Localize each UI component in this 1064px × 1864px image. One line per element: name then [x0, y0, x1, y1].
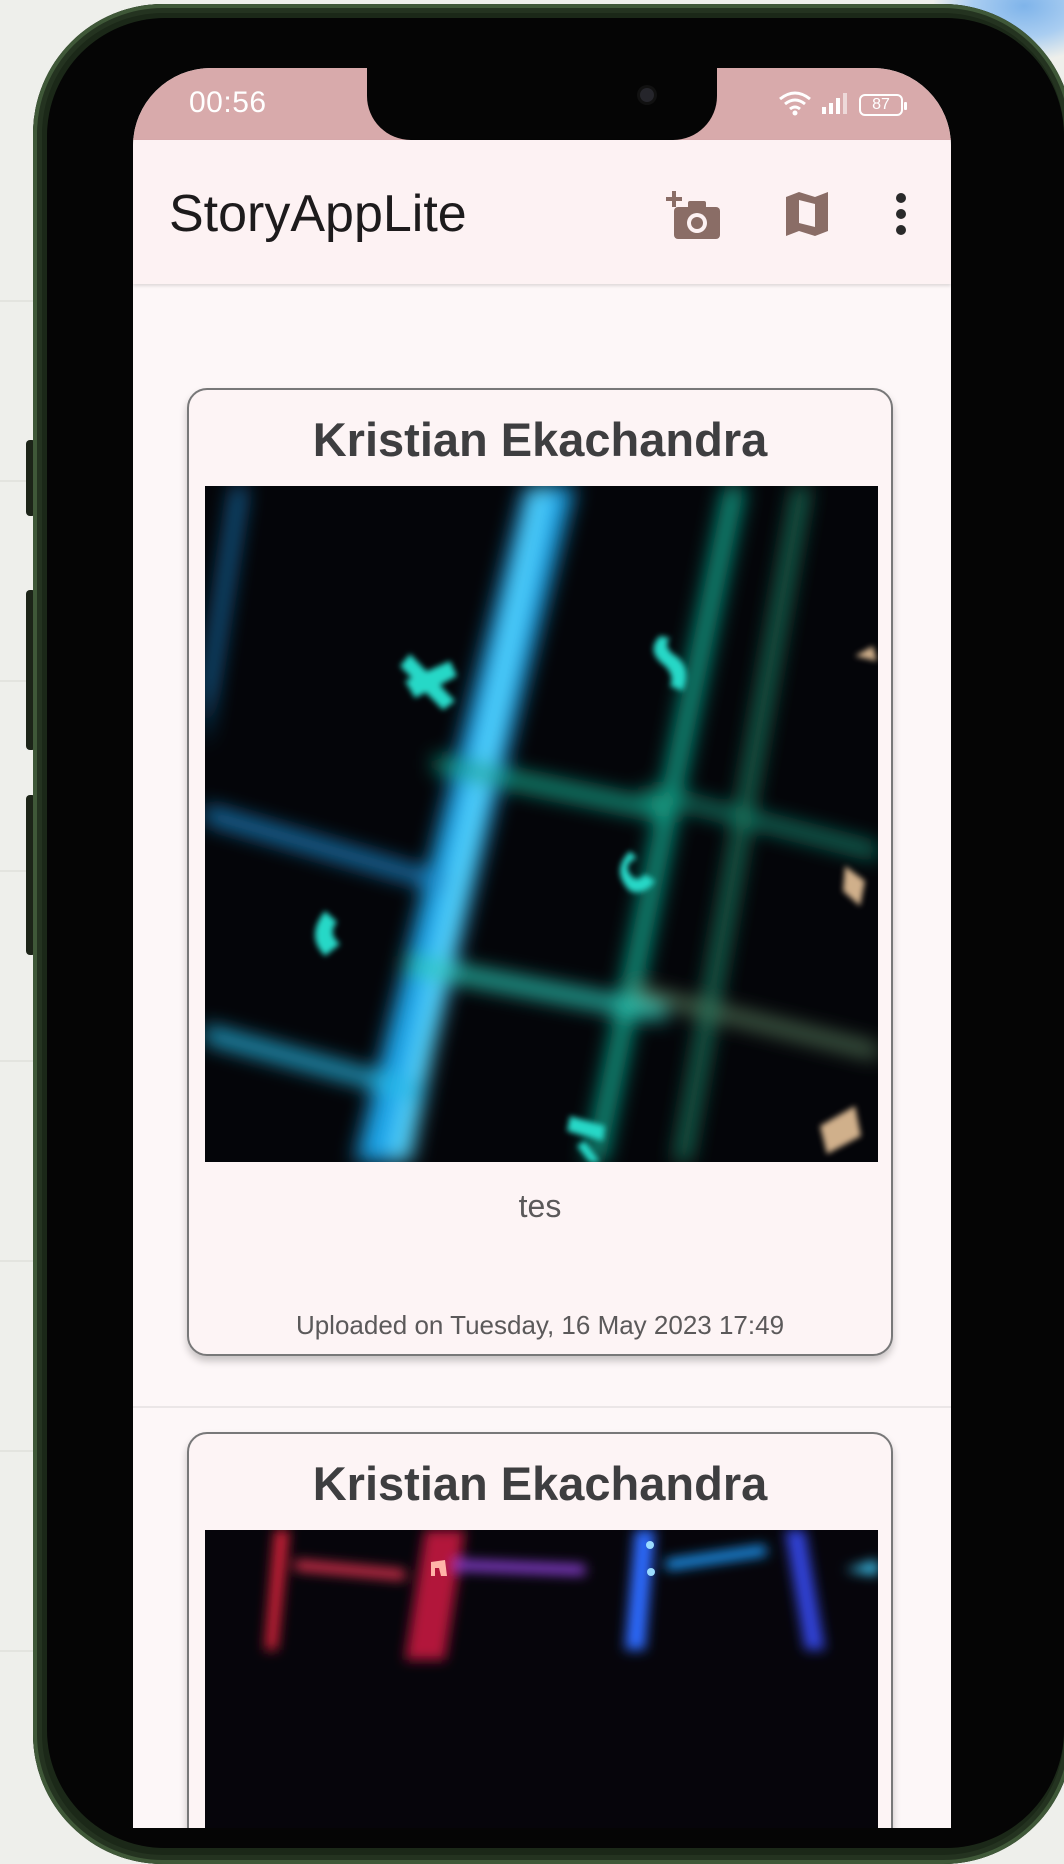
story-photo[interactable]: [205, 1530, 878, 1828]
add-story-button[interactable]: [665, 186, 725, 246]
story-card[interactable]: Kristian Ekachandra: [187, 1432, 893, 1828]
camera-notch: [367, 68, 717, 140]
more-vert-icon: [894, 192, 908, 241]
story-upload-date: Uploaded on Tuesday, 16 May 2023 17:49: [295, 1310, 785, 1340]
status-icons: 87: [777, 90, 907, 121]
wifi-icon: [777, 90, 813, 121]
status-time: 00:56: [189, 86, 267, 119]
map-button[interactable]: [777, 186, 837, 246]
story-list[interactable]: Kristian Ekachandra tes Uploaded on Tues…: [133, 284, 951, 1828]
list-divider: [133, 1406, 951, 1408]
story-description: tes: [518, 1188, 562, 1224]
map-icon: [783, 189, 831, 244]
story-photo[interactable]: [205, 486, 878, 1162]
story-card[interactable]: Kristian Ekachandra: [187, 388, 893, 1356]
battery-indicator: 87: [859, 94, 907, 116]
phone-screen: 00:56 87 StoryAppLite Kristian Ekachandr…: [133, 68, 951, 1828]
add-photo-icon: [666, 187, 724, 246]
story-author: Kristian Ekachandra: [312, 1457, 768, 1510]
app-bar: StoryAppLite: [133, 140, 951, 284]
front-camera: [640, 88, 654, 102]
story-author: Kristian Ekachandra: [312, 413, 768, 466]
overflow-menu-button[interactable]: [871, 186, 931, 246]
app-title: StoryAppLite: [169, 185, 467, 243]
signal-icon: [821, 91, 851, 120]
phone-bezel: 00:56 87 StoryAppLite Kristian Ekachandr…: [47, 18, 1064, 1848]
